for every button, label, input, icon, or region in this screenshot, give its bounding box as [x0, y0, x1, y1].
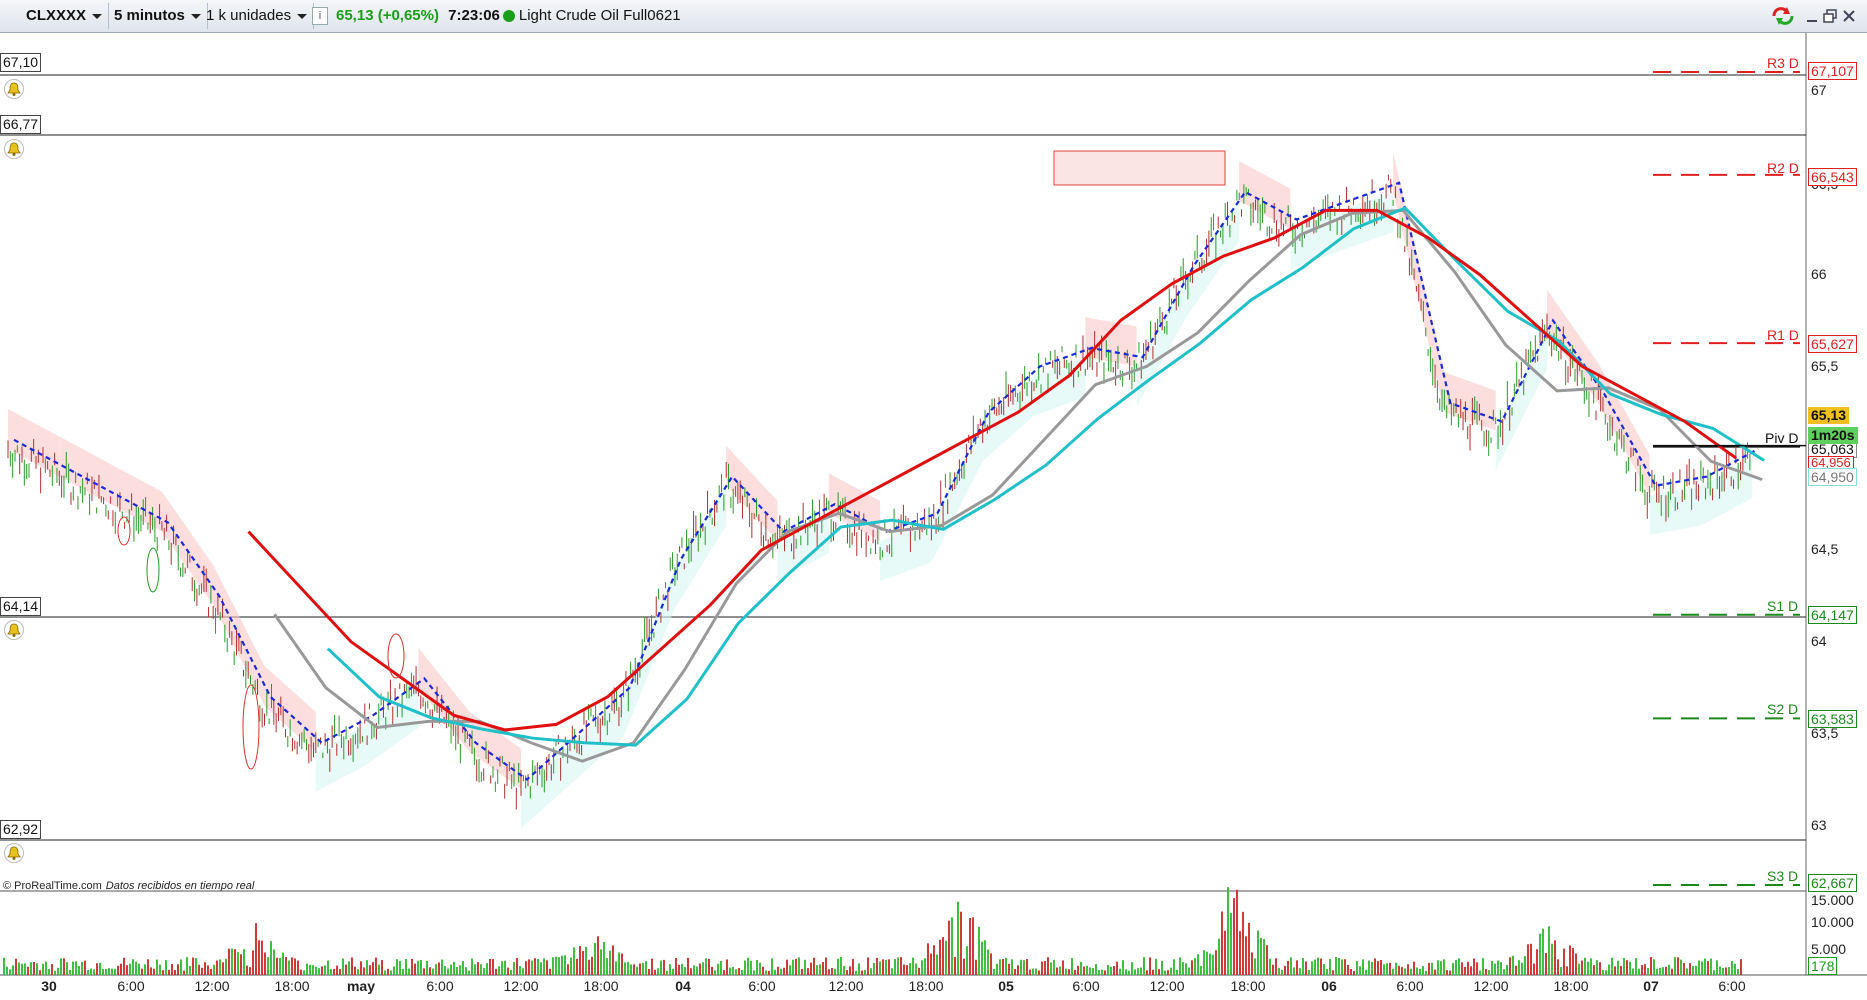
signal-marker [146, 547, 160, 593]
volume-tick-label: 5.000 [1811, 941, 1847, 957]
pivot-label-r2: R2 D [1767, 160, 1799, 176]
pivot-value-s2: 63,583 [1808, 710, 1857, 728]
data-credit: © ProRealTime.com Datos recibidos en tiem… [3, 880, 254, 892]
volume-tick-label: 15.000 [1811, 892, 1854, 908]
alert-level-tag[interactable]: 66,77 [0, 115, 42, 134]
resistance-zone-box [1053, 150, 1226, 186]
x-tick-label: 12:00 [503, 978, 539, 994]
gray-ma-line [273, 208, 1763, 763]
price-change: 65,13 (+0,65%) [336, 7, 439, 24]
volume-tick-label: 10.000 [1811, 914, 1854, 930]
timeframe-label: 5 minutos [114, 7, 185, 24]
cyan-ma-line [326, 206, 1765, 747]
bell-icon[interactable] [4, 843, 24, 863]
bell-icon[interactable] [4, 79, 24, 99]
cloud-segment [1444, 372, 1496, 431]
pivot-label-r3: R3 D [1767, 55, 1799, 71]
cloud-segment [161, 491, 214, 606]
y-tick-label: 65,5 [1811, 358, 1839, 374]
x-tick-label: 18:00 [1230, 978, 1266, 994]
signal-marker [242, 684, 260, 770]
volume-last-value: 178 [1808, 957, 1838, 975]
close-icon[interactable] [1841, 8, 1857, 24]
alert-level-tag[interactable]: 67,10 [0, 53, 42, 72]
bell-icon[interactable] [4, 139, 24, 159]
toolbar: CLXXXX 5 minutos 1 k unidades i 65,13 (+0… [0, 0, 1867, 33]
slow-sma-line [247, 208, 1738, 732]
quote-time: 7:23:06 [448, 7, 500, 24]
x-tick-label: 6:00 [1718, 978, 1746, 994]
units-label: 1 k unidades [206, 7, 292, 24]
x-tick-label: 6:00 [117, 978, 145, 994]
price-chart[interactable] [0, 33, 1867, 1000]
restore-icon[interactable] [1822, 8, 1838, 24]
units-selector[interactable]: 1 k unidades [200, 3, 315, 29]
timeframe-selector[interactable]: 5 minutos [108, 3, 208, 29]
alert-level-tag[interactable]: 62,92 [0, 820, 42, 839]
chevron-down-icon [92, 13, 103, 19]
x-tick-label: 6:00 [1072, 978, 1100, 994]
x-tick-label: 06 [1321, 978, 1337, 994]
x-tick-label: 04 [675, 978, 691, 994]
x-tick-label: 30 [41, 978, 57, 994]
quote-info: i 65,13 (+0,65%) 7:23:06 Light Crude Oil F… [306, 3, 687, 29]
pivot-value-r2: 66,543 [1808, 168, 1857, 186]
x-tick-label: 07 [1643, 978, 1659, 994]
extra-tag-gray: 64,950 [1808, 468, 1857, 486]
x-tick-label: 6:00 [1396, 978, 1424, 994]
credit-note: Datos recibidos en tiempo real [105, 880, 255, 892]
y-tick-label: 64 [1811, 633, 1827, 649]
info-icon[interactable]: i [312, 7, 328, 26]
y-tick-label: 67 [1811, 82, 1827, 98]
bell-icon[interactable] [4, 620, 24, 640]
pivot-label-s1: S1 D [1767, 598, 1799, 614]
cloud-segment [1239, 161, 1291, 229]
x-tick-label: 12:00 [194, 978, 230, 994]
x-tick-label: 18:00 [908, 978, 944, 994]
cloud-segment [674, 485, 727, 609]
x-tick-label: 6:00 [426, 978, 454, 994]
x-tick-label: 18:00 [1553, 978, 1589, 994]
y-tick-label: 63 [1811, 817, 1827, 833]
y-tick-label: 66 [1811, 266, 1827, 282]
cloud-segment [623, 568, 675, 737]
pivot-label-s2: S2 D [1767, 701, 1799, 717]
signal-marker [387, 633, 405, 679]
x-tick-label: 05 [998, 978, 1014, 994]
countdown-tag: 1m20s [1808, 427, 1858, 444]
minimize-icon[interactable] [1804, 8, 1820, 24]
pivot-value-s3: 62,667 [1808, 874, 1857, 892]
signal-marker [117, 516, 131, 546]
y-tick-label: 64,5 [1811, 541, 1839, 557]
green-status-dot-icon [502, 10, 515, 23]
x-tick-label: 12:00 [1149, 978, 1185, 994]
x-tick-label: may [346, 978, 376, 994]
alert-level-tag[interactable]: 64,14 [0, 597, 42, 616]
cloud-segment [1495, 329, 1547, 471]
cloud-segment [572, 696, 624, 783]
symbol-selector[interactable]: CLXXXX [20, 3, 110, 29]
x-tick-label: 18:00 [274, 978, 310, 994]
x-tick-label: 12:00 [828, 978, 864, 994]
pivot-value-s1: 64,147 [1808, 606, 1857, 624]
pivot-label-s3: S3 D [1767, 868, 1799, 884]
cloud-segment [931, 421, 983, 563]
credit-source: © ProRealTime.com [3, 880, 102, 892]
x-tick-label: 6:00 [748, 978, 776, 994]
pivot-value-r1: 65,627 [1808, 335, 1857, 353]
current-price-tag: 65,13 [1808, 407, 1850, 424]
pivot-value-r3: 67,107 [1808, 62, 1857, 80]
instrument-name: Light Crude Oil Full0621 [518, 7, 681, 24]
cloud-segment [777, 513, 829, 581]
symbol-label: CLXXXX [26, 7, 87, 24]
cloud-segment [1136, 274, 1188, 407]
x-tick-label: 12:00 [1473, 978, 1509, 994]
cloud-segment [264, 666, 316, 752]
x-tick-label: 18:00 [583, 978, 619, 994]
pivot-label-r1: R1 D [1767, 327, 1799, 343]
pivot-label-piv: Piv D [1765, 430, 1799, 446]
sync-icon[interactable] [1770, 6, 1796, 26]
cloud-segment [418, 647, 470, 752]
